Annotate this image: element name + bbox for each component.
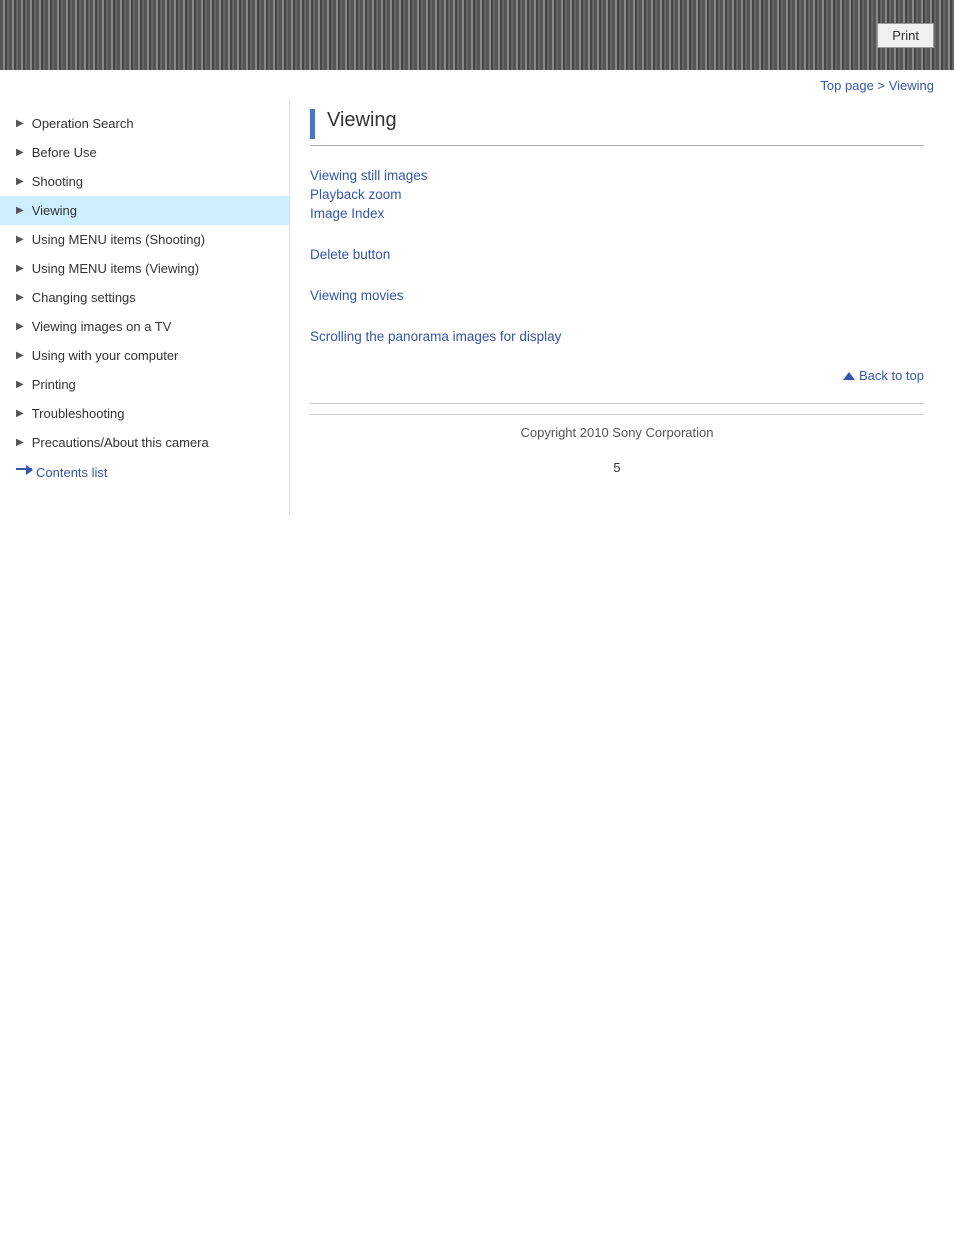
arrow-icon: ▶ — [16, 437, 24, 448]
sidebar-item-using-menu-shooting[interactable]: ▶ Using MENU items (Shooting) — [0, 225, 289, 254]
content-section-delete: Delete button — [310, 245, 924, 264]
breadcrumb-top-link[interactable]: Top page — [820, 78, 874, 93]
title-accent — [310, 109, 315, 139]
content-links-movies: Viewing movies — [310, 286, 924, 305]
arrow-icon: ▶ — [16, 292, 24, 303]
content-links-still: Viewing still images Playback zoom Image… — [310, 166, 924, 223]
link-delete-button[interactable]: Delete button — [310, 245, 924, 264]
link-viewing-still-images[interactable]: Viewing still images — [310, 166, 924, 185]
arrow-icon: ▶ — [16, 263, 24, 274]
content-area: Viewing Viewing still images Playback zo… — [290, 99, 954, 515]
content-divider — [310, 403, 924, 404]
arrow-icon: ▶ — [16, 379, 24, 390]
sidebar-label: Precautions/About this camera — [32, 435, 209, 450]
sidebar-label: Changing settings — [32, 290, 136, 305]
back-to-top-area: Back to top — [310, 368, 924, 383]
link-viewing-movies[interactable]: Viewing movies — [310, 286, 924, 305]
sidebar-label: Viewing — [32, 203, 77, 218]
sidebar-label: Using MENU items (Viewing) — [32, 261, 199, 276]
sidebar-label: Viewing images on a TV — [32, 319, 172, 334]
page-number: 5 — [310, 440, 924, 485]
link-image-index[interactable]: Image Index — [310, 204, 924, 223]
arrow-icon: ▶ — [16, 350, 24, 361]
arrow-icon: ▶ — [16, 234, 24, 245]
content-section-still-images: Viewing still images Playback zoom Image… — [310, 166, 924, 223]
page-title: Viewing — [327, 109, 397, 139]
back-to-top-label: Back to top — [859, 368, 924, 383]
link-playback-zoom[interactable]: Playback zoom — [310, 185, 924, 204]
content-links-delete: Delete button — [310, 245, 924, 264]
sidebar-item-troubleshooting[interactable]: ▶ Troubleshooting — [0, 399, 289, 428]
contents-list-link[interactable]: Contents list — [0, 457, 289, 488]
sidebar-item-operation-search[interactable]: ▶ Operation Search — [0, 109, 289, 138]
sidebar-label: Operation Search — [32, 116, 134, 131]
sidebar-label: Using MENU items (Shooting) — [32, 232, 205, 247]
arrow-icon: ▶ — [16, 408, 24, 419]
content-section-panorama: Scrolling the panorama images for displa… — [310, 327, 924, 346]
link-scrolling-panorama[interactable]: Scrolling the panorama images for displa… — [310, 327, 924, 346]
arrow-icon: ▶ — [16, 147, 24, 158]
breadcrumb-separator: > — [874, 78, 889, 93]
sidebar-label: Printing — [32, 377, 76, 392]
sidebar-label: Using with your computer — [32, 348, 179, 363]
sidebar-item-using-computer[interactable]: ▶ Using with your computer — [0, 341, 289, 370]
sidebar-label: Shooting — [32, 174, 83, 189]
page-title-bar: Viewing — [310, 109, 924, 146]
arrow-right-icon — [16, 468, 32, 478]
sidebar-label: Troubleshooting — [32, 406, 125, 421]
header-bar: Print — [0, 0, 954, 70]
content-section-movies: Viewing movies — [310, 286, 924, 305]
arrow-icon: ▶ — [16, 205, 24, 216]
breadcrumb-current: Viewing — [889, 78, 934, 93]
breadcrumb: Top page > Viewing — [0, 70, 954, 99]
arrow-icon: ▶ — [16, 176, 24, 187]
sidebar-label: Before Use — [32, 145, 97, 160]
sidebar-item-precautions[interactable]: ▶ Precautions/About this camera — [0, 428, 289, 457]
sidebar-item-viewing[interactable]: ▶ Viewing — [0, 196, 289, 225]
content-links-panorama: Scrolling the panorama images for displa… — [310, 327, 924, 346]
print-button[interactable]: Print — [877, 23, 934, 48]
copyright: Copyright 2010 Sony Corporation — [310, 414, 924, 440]
main-layout: ▶ Operation Search ▶ Before Use ▶ Shooti… — [0, 99, 954, 515]
sidebar-item-using-menu-viewing[interactable]: ▶ Using MENU items (Viewing) — [0, 254, 289, 283]
triangle-up-icon — [843, 372, 855, 380]
sidebar-item-shooting[interactable]: ▶ Shooting — [0, 167, 289, 196]
arrow-icon: ▶ — [16, 118, 24, 129]
arrow-icon: ▶ — [16, 321, 24, 332]
sidebar-item-printing[interactable]: ▶ Printing — [0, 370, 289, 399]
sidebar-item-viewing-on-tv[interactable]: ▶ Viewing images on a TV — [0, 312, 289, 341]
sidebar-item-changing-settings[interactable]: ▶ Changing settings — [0, 283, 289, 312]
contents-list-label: Contents list — [36, 465, 108, 480]
back-to-top-link[interactable]: Back to top — [843, 368, 924, 383]
sidebar: ▶ Operation Search ▶ Before Use ▶ Shooti… — [0, 99, 290, 515]
sidebar-item-before-use[interactable]: ▶ Before Use — [0, 138, 289, 167]
